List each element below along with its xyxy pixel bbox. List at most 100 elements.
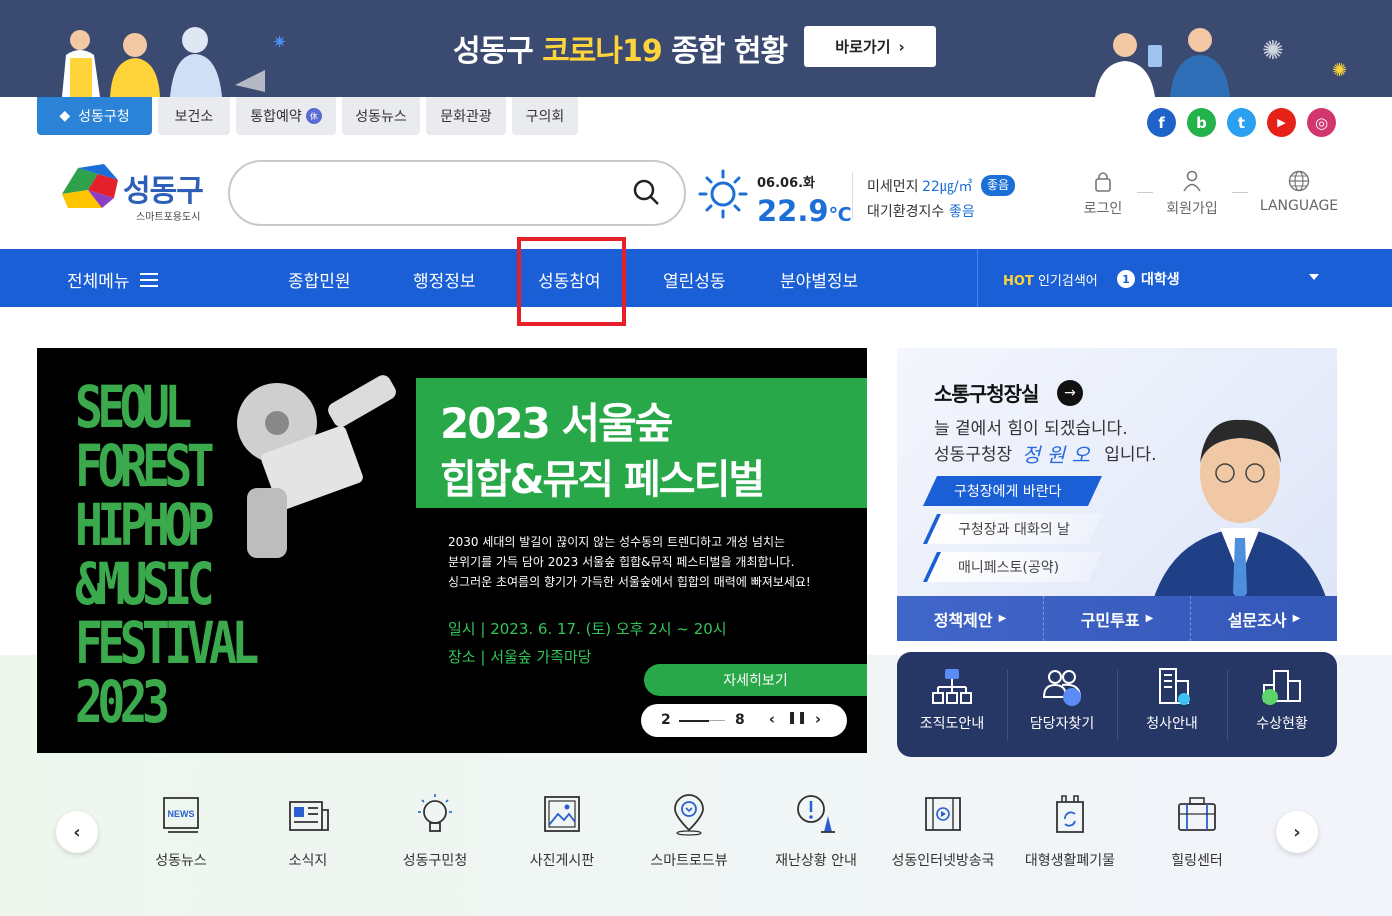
- hamburger-icon: [139, 273, 158, 287]
- hot-keyword[interactable]: 대학생: [1141, 269, 1180, 289]
- award-podium-icon: [1262, 670, 1301, 705]
- covid-banner[interactable]: ✷ 성동구 코로나19 종합 현황 바로가기 › ✺ ✺: [0, 0, 1392, 97]
- link-newsletter[interactable]: 소식지: [245, 792, 371, 870]
- site-tab-health-center[interactable]: 보건소: [158, 97, 230, 135]
- login-label: 로그인: [1083, 201, 1123, 217]
- virus-icon: ✺: [1262, 36, 1284, 66]
- bottom-icon-label: 성동구민청: [402, 853, 468, 869]
- site-tab-label: 보건소: [174, 109, 214, 125]
- search-input[interactable]: [228, 160, 686, 226]
- mayor-link-manifesto[interactable]: 매니페스토(공약): [923, 552, 1102, 582]
- youtube-icon[interactable]: ▶: [1267, 108, 1296, 137]
- mayor-link-request[interactable]: 구청장에게 바란다: [923, 476, 1102, 506]
- link-citizen-hall[interactable]: 성동구민청: [372, 792, 498, 870]
- twitter-icon[interactable]: t: [1227, 108, 1256, 137]
- link-bulky-waste[interactable]: 대형생활폐기물: [1007, 792, 1133, 870]
- banner-go-button[interactable]: 바로가기 ›: [804, 26, 936, 67]
- prev-slide-icon[interactable]: ‹: [763, 710, 781, 730]
- login-link[interactable]: 로그인: [1080, 170, 1126, 218]
- facebook-icon[interactable]: f: [1147, 108, 1176, 137]
- link-smart-roadview[interactable]: 스마트로드뷰: [626, 792, 752, 870]
- caret-right-icon: ▶: [998, 613, 1007, 624]
- caret-right-icon: ▶: [1145, 613, 1154, 624]
- bottom-icon-label: 성동인터넷방송국: [891, 853, 995, 869]
- mayor-action-bar: 정책제안 ▶ 구민투표 ▶ 설문조사 ▶: [897, 596, 1337, 641]
- policy-proposal-button[interactable]: 정책제안 ▶: [897, 596, 1044, 641]
- highlight-box: [517, 237, 626, 326]
- nav-admin-info[interactable]: 행정정보: [413, 267, 476, 292]
- mayor-office-title[interactable]: 소통구청장실: [934, 378, 1039, 407]
- hero-description-line: 분위기를 가득 담아 2023 서울숲 힙합&뮤직 페스티벌을 개최합니다.: [448, 555, 795, 569]
- quick-org-chart[interactable]: 조직도안내: [897, 652, 1007, 757]
- slider-controls: 2 8 ‹ ❚❚ ›: [641, 704, 847, 737]
- chevron-left-icon[interactable]: ‹: [56, 811, 98, 853]
- hero-description-line: 2030 세대의 발길이 끊이지 않는 성수동의 트렌디하고 개성 넘치는: [448, 535, 786, 549]
- logo-text[interactable]: 성동구: [123, 166, 204, 210]
- instagram-icon[interactable]: ◎: [1307, 108, 1336, 137]
- pause-icon[interactable]: ❚❚: [787, 710, 807, 730]
- nav-open-seongdong[interactable]: 열린성동: [663, 267, 726, 292]
- bottom-icon-label: 대형생활폐기물: [1024, 853, 1116, 869]
- logo-subtitle: 스마트포용도시: [136, 212, 201, 223]
- news-icon: NEWS: [163, 797, 199, 833]
- user-icon: [1183, 170, 1201, 192]
- slide-progress-track: [709, 720, 725, 721]
- language-link[interactable]: LANGUAGE: [1258, 170, 1340, 214]
- svg-text:NEWS: NEWS: [168, 809, 195, 819]
- suitcase-icon: [1178, 797, 1216, 831]
- language-label: LANGUAGE: [1259, 198, 1339, 214]
- quick-awards[interactable]: 수상현황: [1227, 652, 1337, 757]
- photo-icon: [544, 796, 580, 832]
- site-tab-news[interactable]: 성동뉴스: [342, 97, 420, 135]
- quick-label: 수상현황: [1256, 716, 1308, 732]
- caret-down-icon[interactable]: [1309, 274, 1319, 280]
- arrow-right-icon[interactable]: →: [1057, 380, 1083, 406]
- quick-label: 조직도안내: [919, 716, 985, 732]
- join-link[interactable]: 회원가입: [1162, 170, 1222, 218]
- sun-icon: [698, 169, 748, 219]
- globe-icon: [1288, 170, 1310, 192]
- link-internet-broadcast[interactable]: 성동인터넷방송국: [880, 792, 1006, 870]
- air-index-label: 대기환경지수: [867, 204, 945, 220]
- site-tab-culture-tour[interactable]: 문화관광: [426, 97, 506, 135]
- org-chart-icon: [932, 669, 972, 704]
- link-healing-center[interactable]: 힐링센터: [1134, 792, 1260, 870]
- weather-temperature: 22.9℃: [757, 194, 852, 228]
- slide-total: 8: [735, 712, 745, 728]
- site-tab-council[interactable]: 구의회: [512, 97, 578, 135]
- site-tab-seongdong-gu[interactable]: ◆ 성동구청: [37, 97, 152, 135]
- nav-civil-service[interactable]: 종합민원: [288, 267, 351, 292]
- search-icon[interactable]: [632, 178, 660, 206]
- hero-more-button[interactable]: 자세히보기: [644, 664, 867, 696]
- lightbulb-icon: [418, 794, 452, 832]
- link-seongdong-news[interactable]: NEWS 성동뉴스: [118, 792, 244, 870]
- fine-dust-label: 미세먼지: [867, 179, 919, 195]
- survey-button[interactable]: 설문조사 ▶: [1191, 596, 1337, 641]
- mayor-office-panel: 소통구청장실 → 늘 곁에서 힘이 되겠습니다. 성동구청장 입니다. 정 원 오…: [897, 348, 1337, 641]
- bottom-icon-label: 사진게시판: [529, 853, 595, 869]
- recycle-bag-icon: [1056, 795, 1084, 833]
- site-tab-reservation[interactable]: 통합예약 休: [236, 97, 336, 135]
- util-separator: [1232, 192, 1248, 193]
- mayor-link-dialogue[interactable]: 구청장과 대화의 날: [923, 514, 1102, 544]
- blog-icon[interactable]: b: [1187, 108, 1216, 137]
- nav-field-info[interactable]: 분야별정보: [780, 267, 858, 292]
- next-slide-icon[interactable]: ›: [809, 710, 827, 730]
- hero-slider[interactable]: SEOUL FOREST HIPHOP &MUSIC FESTIVAL 2023…: [37, 348, 867, 753]
- weather-date: 06.06.화: [757, 176, 816, 191]
- quick-find-staff[interactable]: 담당자찾기: [1007, 652, 1117, 757]
- chevron-right-icon[interactable]: ›: [1276, 811, 1318, 853]
- bottom-icon-label: 성동뉴스: [155, 853, 207, 869]
- citizen-vote-button[interactable]: 구민투표 ▶: [1044, 596, 1191, 641]
- mayor-signature: 정 원 오: [1022, 443, 1090, 467]
- link-disaster-info[interactable]: 재난상황 안내: [753, 792, 879, 870]
- film-icon: [925, 797, 961, 831]
- quick-building-guide[interactable]: 청사안내: [1117, 652, 1227, 757]
- banner-right-illustration: [1095, 28, 1230, 97]
- link-photo-board[interactable]: 사진게시판: [499, 792, 625, 870]
- seongdong-logo-icon[interactable]: [58, 164, 120, 210]
- all-menu-button[interactable]: 전체메뉴: [67, 267, 158, 292]
- chevron-right-icon: ›: [898, 37, 905, 56]
- map-pin-icon: [674, 794, 704, 836]
- hot-keyword-rank: 1: [1117, 270, 1135, 288]
